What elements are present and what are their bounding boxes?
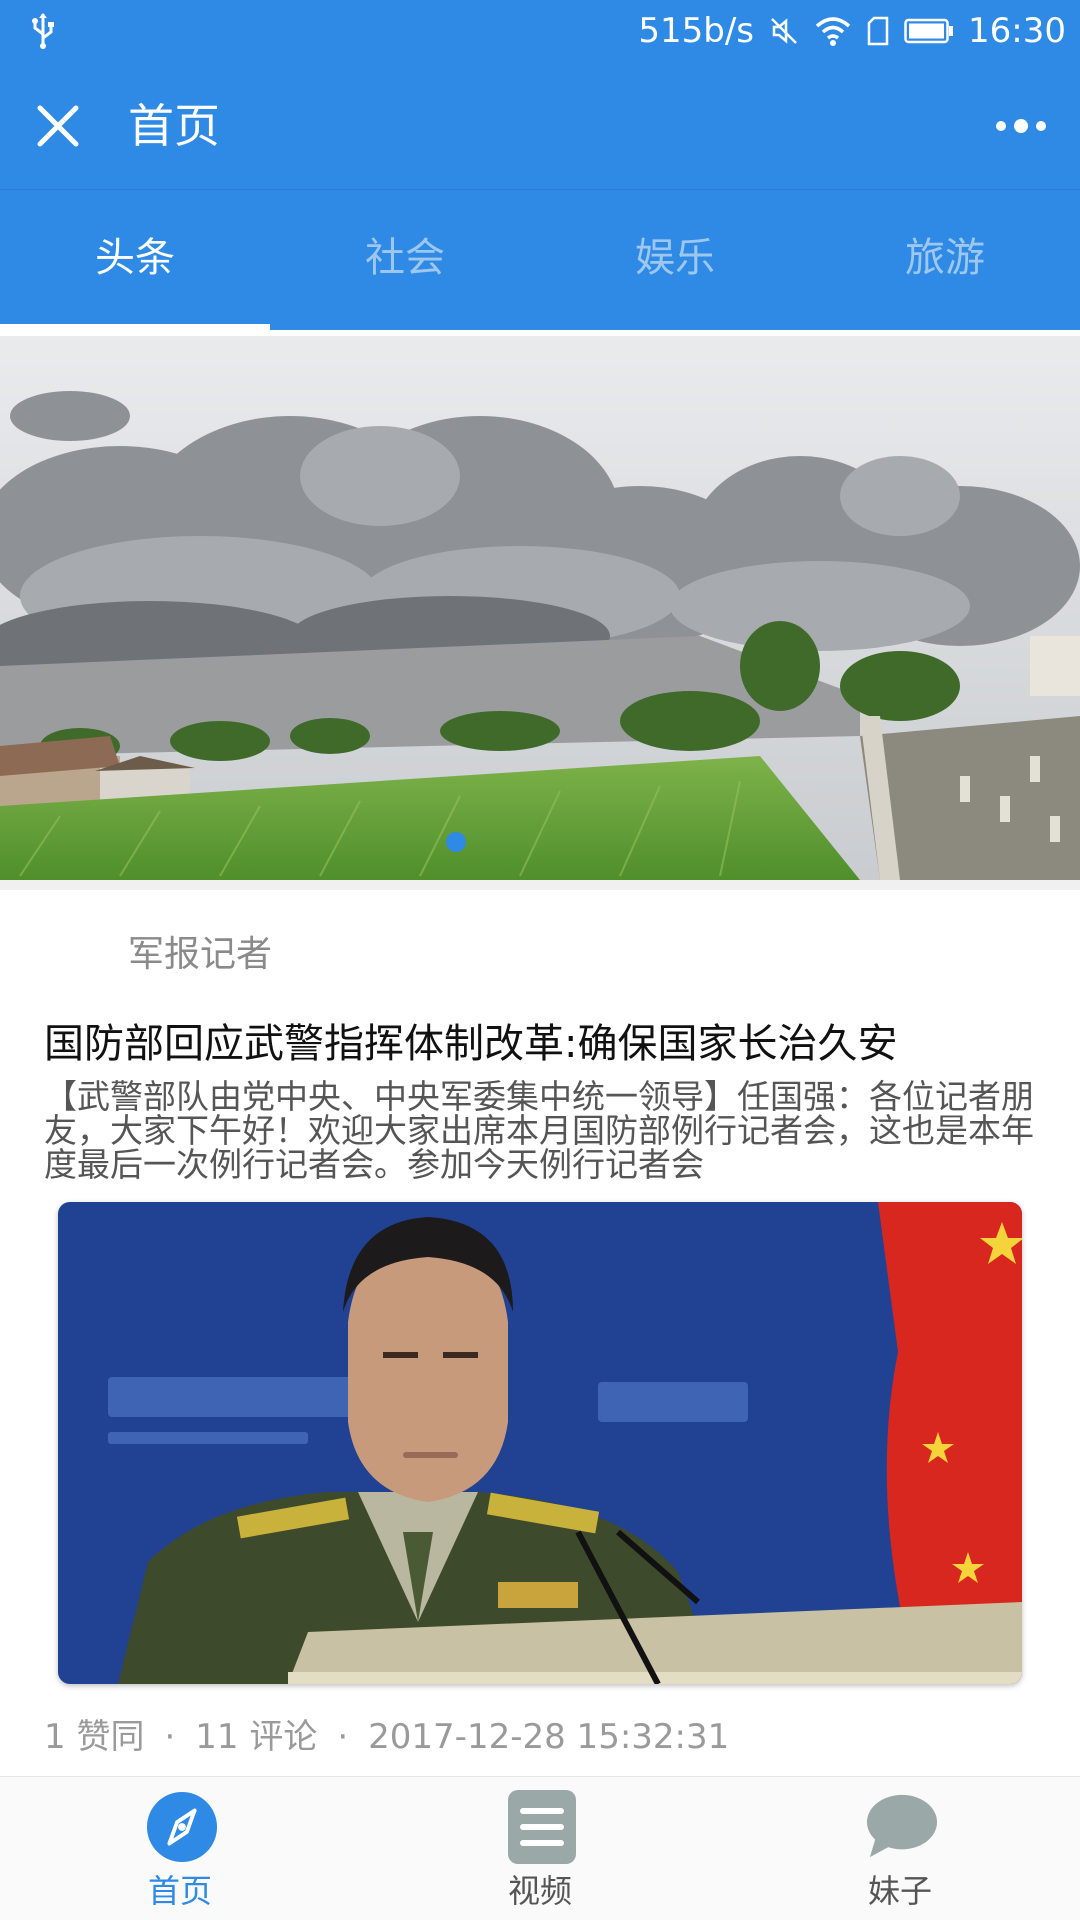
article-image[interactable] xyxy=(58,1202,1022,1684)
nav-girls-label: 妹子 xyxy=(867,1872,932,1910)
more-icon xyxy=(996,119,1046,133)
nav-video-label: 视频 xyxy=(507,1872,572,1910)
tab-headlines[interactable]: 头条 xyxy=(0,190,270,330)
section-divider xyxy=(0,880,1080,890)
wifi-icon xyxy=(815,17,851,46)
network-speed: 515b/s xyxy=(638,11,755,51)
meta-separator: · xyxy=(164,1717,176,1757)
battery-icon xyxy=(904,18,954,44)
carousel-indicator[interactable] xyxy=(446,832,466,852)
status-bar: 515b/s 16:30 xyxy=(0,0,1080,62)
tab-society[interactable]: 社会 xyxy=(270,190,540,330)
article-source: 军报记者 xyxy=(128,934,273,975)
publish-date: 2017-12-28 15:32:31 xyxy=(368,1717,730,1757)
nav-video[interactable]: 视频 xyxy=(360,1777,720,1920)
comment-count[interactable]: 11 评论 xyxy=(195,1717,317,1757)
tab-entertainment[interactable]: 娱乐 xyxy=(540,190,810,330)
more-button[interactable] xyxy=(984,94,1058,158)
news-card[interactable]: 军报记者 国防部回应武警指挥体制改革:确保国家长治久安 【武警部队由党中央、中央… xyxy=(0,890,1080,1776)
nav-home-label: 首页 xyxy=(147,1872,212,1910)
clock: 16:30 xyxy=(968,11,1066,51)
tab-travel[interactable]: 旅游 xyxy=(810,190,1080,330)
category-tabs: 头条 社会 娱乐 旅游 xyxy=(0,190,1080,330)
banner-image xyxy=(0,336,1080,880)
page-title: 首页 xyxy=(128,99,220,153)
bottom-navigation: 首页 视频 妹子 xyxy=(0,1776,1080,1920)
mute-icon xyxy=(771,18,797,44)
title-bar: 首页 xyxy=(0,62,1080,190)
chat-bubble-icon xyxy=(866,1794,938,1858)
compass-icon xyxy=(146,1791,218,1863)
spokesman-photo xyxy=(58,1202,1022,1684)
meta-separator: · xyxy=(337,1717,349,1757)
article-meta: 1 赞同 · 11 评论 · 2017-12-28 15:32:31 xyxy=(44,1712,729,1762)
app-screen: 515b/s 16:30 首页 头条 社会 娱乐 旅游 军报记者 国防部回应武警… xyxy=(0,0,1080,1920)
nav-girls[interactable]: 妹子 xyxy=(720,1777,1080,1920)
sim-icon xyxy=(867,16,889,46)
article-title[interactable]: 国防部回应武警指挥体制改革:确保国家长治久安 xyxy=(44,1016,897,1072)
usb-icon xyxy=(32,13,54,49)
close-icon xyxy=(37,105,79,147)
close-button[interactable] xyxy=(26,94,90,158)
nav-home[interactable]: 首页 xyxy=(0,1777,360,1920)
banner-carousel[interactable] xyxy=(0,336,1080,880)
like-count[interactable]: 1 赞同 xyxy=(44,1717,144,1757)
list-icon xyxy=(508,1790,576,1864)
article-summary: 【武警部队由党中央、中央军委集中统一领导】任国强：各位记者朋友，大家下午好！欢迎… xyxy=(44,1077,1034,1184)
